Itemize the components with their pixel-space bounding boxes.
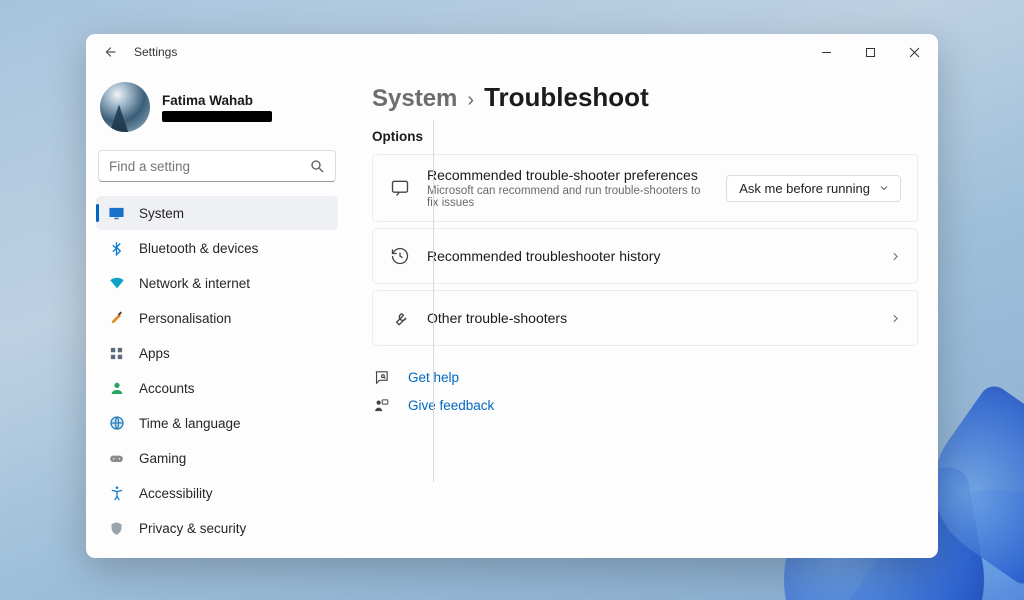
wrench-icon xyxy=(389,307,411,329)
card-title: Recommended troubleshooter history xyxy=(427,248,873,264)
search-icon xyxy=(309,158,325,174)
paintbrush-icon xyxy=(108,310,125,327)
sidebar-item-label: Gaming xyxy=(139,451,186,466)
page-title: Troubleshoot xyxy=(484,82,649,113)
get-help-link[interactable]: Get help xyxy=(372,368,918,386)
help-links: Get help Give feedback xyxy=(372,368,918,414)
dropdown-value: Ask me before running xyxy=(739,181,870,196)
card-subtitle: Microsoft can recommend and run trouble-… xyxy=(427,185,710,209)
sidebar-item-system[interactable]: System xyxy=(96,196,338,230)
titlebar: Settings xyxy=(86,34,938,70)
avatar xyxy=(100,82,150,132)
sidebar-item-label: Accounts xyxy=(139,381,195,396)
card-title: Recommended trouble-shooter preferences xyxy=(427,167,710,183)
profile-block[interactable]: Fatima Wahab xyxy=(96,76,338,148)
sidebar-divider xyxy=(433,120,434,482)
close-button[interactable] xyxy=(892,37,936,67)
chevron-right-icon xyxy=(889,312,901,324)
main-content: System › Troubleshoot Options Recommende… xyxy=(348,70,938,558)
sidebar-item-label: Personalisation xyxy=(139,311,231,326)
sidebar-item-time-language[interactable]: Time & language xyxy=(96,406,338,440)
back-button[interactable] xyxy=(100,41,122,63)
sidebar-item-accessibility[interactable]: Accessibility xyxy=(96,476,338,510)
nav: System Bluetooth & devices Network & int… xyxy=(96,196,338,545)
give-feedback-link[interactable]: Give feedback xyxy=(372,396,918,414)
settings-window: Settings Fatima Wahab xyxy=(86,34,938,558)
sidebar-item-label: Time & language xyxy=(139,416,241,431)
sidebar-item-gaming[interactable]: Gaming xyxy=(96,441,338,475)
chevron-down-icon xyxy=(878,182,890,194)
gamepad-icon xyxy=(108,450,125,467)
profile-email-redacted xyxy=(162,111,272,122)
sidebar-item-label: Network & internet xyxy=(139,276,250,291)
shield-icon xyxy=(108,520,125,537)
sidebar-item-accounts[interactable]: Accounts xyxy=(96,371,338,405)
sidebar-item-bluetooth[interactable]: Bluetooth & devices xyxy=(96,231,338,265)
card-other-troubleshooters[interactable]: Other trouble-shooters xyxy=(372,290,918,346)
sidebar-item-label: Privacy & security xyxy=(139,521,246,536)
profile-name: Fatima Wahab xyxy=(162,93,272,108)
feedback-person-icon xyxy=(372,396,390,414)
sidebar-item-network[interactable]: Network & internet xyxy=(96,266,338,300)
sidebar-item-label: Bluetooth & devices xyxy=(139,241,258,256)
sidebar-item-label: System xyxy=(139,206,184,221)
history-icon xyxy=(389,245,411,267)
bluetooth-icon xyxy=(108,240,125,257)
search-box[interactable] xyxy=(98,150,336,182)
card-title: Other trouble-shooters xyxy=(427,310,873,326)
sidebar-item-apps[interactable]: Apps xyxy=(96,336,338,370)
accessibility-icon xyxy=(108,485,125,502)
breadcrumb: System › Troubleshoot xyxy=(372,82,918,113)
sidebar-item-label: Apps xyxy=(139,346,170,361)
sidebar-item-privacy[interactable]: Privacy & security xyxy=(96,511,338,545)
feedback-link-text[interactable]: Give feedback xyxy=(408,398,494,413)
globe-clock-icon xyxy=(108,415,125,432)
section-heading: Options xyxy=(372,129,918,144)
chat-bubble-icon xyxy=(389,177,411,199)
apps-icon xyxy=(108,345,125,362)
card-troubleshooter-history[interactable]: Recommended troubleshooter history xyxy=(372,228,918,284)
chevron-right-icon xyxy=(889,250,901,262)
prefs-dropdown[interactable]: Ask me before running xyxy=(726,175,901,202)
monitor-icon xyxy=(108,205,125,222)
app-title: Settings xyxy=(134,45,177,59)
sidebar: Fatima Wahab System xyxy=(86,70,348,558)
maximize-button[interactable] xyxy=(848,37,892,67)
minimize-button[interactable] xyxy=(804,37,848,67)
wifi-icon xyxy=(108,275,125,292)
search-input[interactable] xyxy=(109,159,309,174)
sidebar-item-personalisation[interactable]: Personalisation xyxy=(96,301,338,335)
person-icon xyxy=(108,380,125,397)
chevron-right-icon: › xyxy=(467,89,474,112)
sidebar-item-label: Accessibility xyxy=(139,486,213,501)
breadcrumb-parent[interactable]: System xyxy=(372,85,457,113)
help-bubble-icon xyxy=(372,368,390,386)
card-troubleshooter-prefs[interactable]: Recommended trouble-shooter preferences … xyxy=(372,154,918,222)
